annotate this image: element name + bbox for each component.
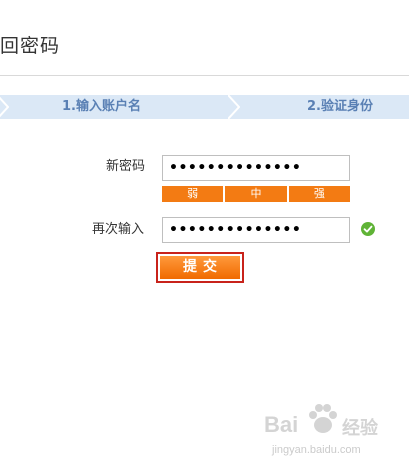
submit-button[interactable]: 提交 (156, 252, 244, 283)
step-chevron-icon (228, 95, 240, 119)
strength-strong: 强 (288, 186, 350, 202)
new-password-label: 新密码 (106, 159, 146, 174)
watermark-brand: Bai (264, 412, 299, 437)
step-1-label: 1.输入账户名 (62, 99, 141, 114)
baidu-jingyan-watermark: Bai 经验 jingyan.baidu.com (254, 398, 404, 464)
step-chevron-icon (0, 96, 9, 118)
password-strength-bar: 弱 中 强 (162, 186, 350, 202)
step-2-label: 2.验证身份 (307, 99, 373, 114)
page-title: 回密码 (0, 35, 61, 57)
watermark-brand-tail: 经验 (342, 418, 378, 438)
confirm-password-label: 再次输入 (92, 222, 145, 237)
watermark-url: jingyan.baidu.com (272, 444, 361, 456)
step-progress-bar: 1.输入账户名 2.验证身份 (0, 95, 409, 119)
strength-medium: 中 (225, 186, 287, 202)
new-password-input[interactable] (162, 155, 350, 181)
strength-weak: 弱 (162, 186, 224, 202)
check-circle-icon (361, 222, 375, 236)
confirm-password-input[interactable] (162, 217, 350, 243)
title-divider (0, 75, 409, 76)
submit-button-label: 提交 (160, 256, 240, 279)
paw-icon (309, 404, 337, 433)
